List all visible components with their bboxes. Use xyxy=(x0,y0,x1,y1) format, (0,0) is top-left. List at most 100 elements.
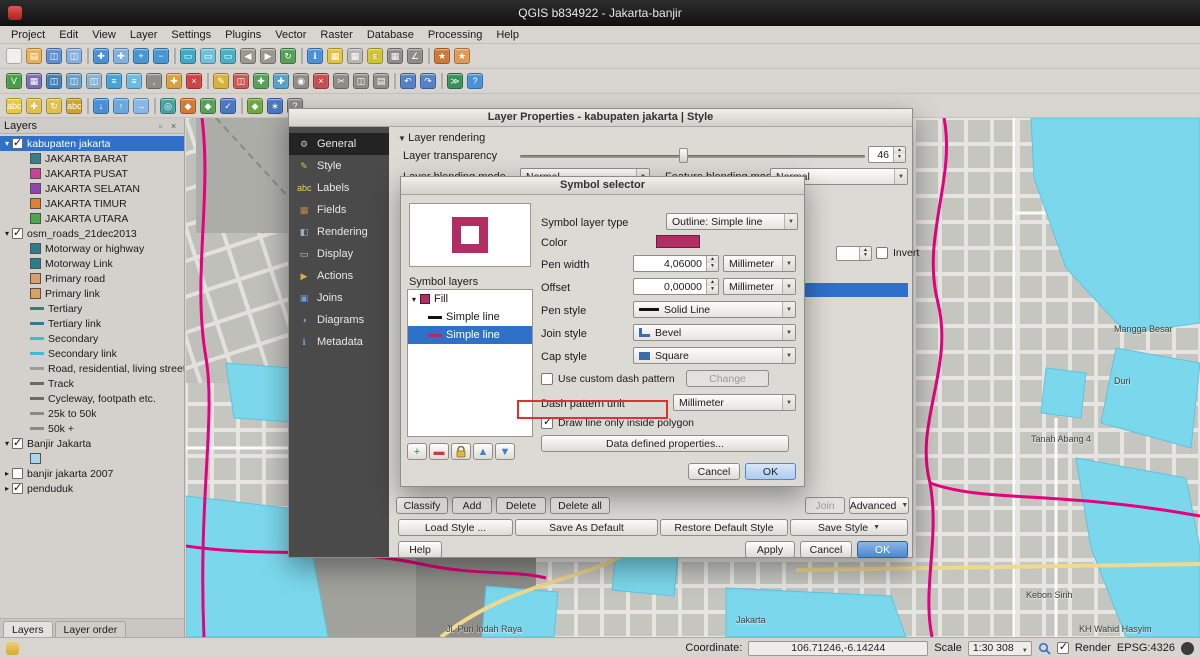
redo-icon[interactable]: ↷ xyxy=(418,71,438,91)
separator[interactable] xyxy=(425,46,432,66)
layer-tree-row[interactable]: 50k + xyxy=(0,421,184,436)
save-as-default-button[interactable]: Save As Default xyxy=(515,519,658,536)
column-count-spin[interactable] xyxy=(836,246,872,261)
menu-item[interactable]: Help xyxy=(489,29,526,41)
tab-layer-order[interactable]: Layer order xyxy=(55,621,127,637)
add-wms-layer-icon[interactable]: ≡ xyxy=(104,71,124,91)
properties-tab-rendering[interactable]: ◧ Rendering xyxy=(289,221,389,243)
render-checkbox[interactable] xyxy=(1057,642,1069,654)
add-symbol-layer-button[interactable]: + xyxy=(407,443,427,460)
advanced-button[interactable]: Advanced▼ xyxy=(849,497,909,514)
layer-tree-row[interactable]: Cycleway, footpath etc. xyxy=(0,391,184,406)
spin-down-icon[interactable] xyxy=(706,286,718,294)
add-raster-layer-icon[interactable]: ▦ xyxy=(24,71,44,91)
zoom-full-icon[interactable]: ▭ xyxy=(178,46,198,66)
properties-tab-metadata[interactable]: ℹ Metadata xyxy=(289,331,389,353)
separator[interactable] xyxy=(391,71,398,91)
layer-visibility-checkbox[interactable] xyxy=(12,138,23,149)
color-button[interactable] xyxy=(656,235,700,248)
classify-button[interactable]: Classify xyxy=(396,497,448,514)
help-button[interactable]: Help xyxy=(398,541,442,558)
processing-toolbox-icon[interactable]: ∗ xyxy=(265,96,285,116)
spin-down-icon[interactable] xyxy=(706,263,718,271)
move-layer-up-button[interactable]: ▲ xyxy=(473,443,493,460)
new-project-icon[interactable]: ▢ xyxy=(4,46,24,66)
delete-class-button[interactable]: Delete xyxy=(496,497,546,514)
layer-tree-row[interactable]: Road, residential, living street, etc. xyxy=(0,361,184,376)
lock-color-button[interactable] xyxy=(451,443,471,460)
new-bookmark-icon[interactable]: ★ xyxy=(432,46,452,66)
zoom-last-icon[interactable]: ◀ xyxy=(238,46,258,66)
properties-tab-joins[interactable]: ▣ Joins xyxy=(289,287,389,309)
layer-visibility-checkbox[interactable] xyxy=(12,483,23,494)
symbol-layer-simple-line[interactable]: Simple line xyxy=(408,308,532,326)
menu-item[interactable]: Project xyxy=(4,29,52,41)
layer-rendering-section[interactable]: Layer rendering xyxy=(398,132,485,144)
zoom-to-selection-icon[interactable]: ▭ xyxy=(198,46,218,66)
new-shapefile-layer-icon[interactable]: ✚ xyxy=(164,71,184,91)
layer-tree-row[interactable]: Tertiary link xyxy=(0,316,184,331)
menu-item[interactable]: Layer xyxy=(123,29,165,41)
zoom-in-icon[interactable]: + xyxy=(131,46,151,66)
layer-tree-row[interactable]: ▾ kabupaten jakarta xyxy=(0,136,184,151)
apply-button[interactable]: Apply xyxy=(745,541,795,558)
layer-tree-row[interactable]: Secondary xyxy=(0,331,184,346)
properties-tab-general[interactable]: ⚙ General xyxy=(289,133,389,155)
add-wfs-layer-icon[interactable]: ≡ xyxy=(124,71,144,91)
transparency-spin[interactable]: 46 xyxy=(868,146,906,163)
select-by-expression-icon[interactable]: ε xyxy=(365,46,385,66)
scale-combo[interactable]: 1:30 308 xyxy=(968,641,1032,656)
separator[interactable] xyxy=(84,46,91,66)
delete-selected-icon[interactable]: × xyxy=(311,71,331,91)
pen-width-spin[interactable]: 4,06000 xyxy=(633,255,719,272)
add-mssql-layer-icon[interactable]: ◫ xyxy=(84,71,104,91)
ok-button[interactable]: OK xyxy=(857,541,908,558)
menu-item[interactable]: Edit xyxy=(52,29,85,41)
symbol-layer-root[interactable]: ▾ Fill xyxy=(408,290,532,308)
grass-tools-icon[interactable]: ◆ xyxy=(245,96,265,116)
layer-tree-row[interactable]: Motorway or highway xyxy=(0,241,184,256)
tab-layers[interactable]: Layers xyxy=(3,621,53,637)
menu-item[interactable]: Plugins xyxy=(218,29,268,41)
add-postgis-layer-icon[interactable]: ◫ xyxy=(44,71,64,91)
layer-tree-row[interactable] xyxy=(0,451,184,466)
separator[interactable] xyxy=(298,46,305,66)
layer-tree-row[interactable]: JAKARTA TIMUR xyxy=(0,196,184,211)
open-attribute-table-icon[interactable]: ▦ xyxy=(385,46,405,66)
layer-tree-row[interactable]: Tertiary xyxy=(0,301,184,316)
undo-icon[interactable]: ↶ xyxy=(398,71,418,91)
refresh-map-icon[interactable]: ↻ xyxy=(278,46,298,66)
layer-tree-row[interactable]: Primary link xyxy=(0,286,184,301)
pen-width-unit-combo[interactable]: Millimeter xyxy=(723,255,796,272)
copy-features-icon[interactable]: ◫ xyxy=(351,71,371,91)
pan-map-icon[interactable]: ✚ xyxy=(91,46,111,66)
cut-features-icon[interactable]: ✂ xyxy=(331,71,351,91)
deselect-features-icon[interactable]: ▦ xyxy=(345,46,365,66)
magnifier-icon[interactable] xyxy=(1038,642,1051,655)
open-project-icon[interactable]: ▤ xyxy=(24,46,44,66)
close-panel-icon[interactable]: × xyxy=(167,121,180,131)
symbol-layer-simple-line-selected[interactable]: Simple line xyxy=(408,326,532,344)
save-layer-edits-icon[interactable]: ◫ xyxy=(231,71,251,91)
osm-download-icon[interactable]: ↓ xyxy=(91,96,111,116)
layer-tree-row[interactable]: 25k to 50k xyxy=(0,406,184,421)
menu-item[interactable]: Vector xyxy=(268,29,313,41)
layer-tree-row[interactable]: ▸ penduduk xyxy=(0,481,184,496)
separator[interactable] xyxy=(171,46,178,66)
layer-tree-row[interactable]: Primary road xyxy=(0,271,184,286)
layer-tree-row[interactable]: ▾ osm_roads_21dec2013 xyxy=(0,226,184,241)
help-contents-icon[interactable]: ? xyxy=(465,71,485,91)
add-spatialite-layer-icon[interactable]: ◫ xyxy=(64,71,84,91)
layer-labeling-icon[interactable]: abc xyxy=(4,96,24,116)
menu-item[interactable]: Settings xyxy=(164,29,218,41)
move-feature-icon[interactable]: ✚ xyxy=(271,71,291,91)
expand-arrow-icon[interactable]: ▾ xyxy=(2,229,12,238)
show-bookmarks-icon[interactable]: ★ xyxy=(452,46,472,66)
coordinate-field[interactable]: 106.71246,-6.14244 xyxy=(748,641,928,656)
layer-visibility-checkbox[interactable] xyxy=(12,438,23,449)
remove-symbol-layer-button[interactable]: ▬ xyxy=(429,443,449,460)
properties-tab-style[interactable]: ✎ Style xyxy=(289,155,389,177)
load-style-button[interactable]: Load Style ... xyxy=(398,519,513,536)
expand-arrow-icon[interactable]: ▾ xyxy=(2,139,12,148)
remove-layer-icon[interactable]: × xyxy=(184,71,204,91)
